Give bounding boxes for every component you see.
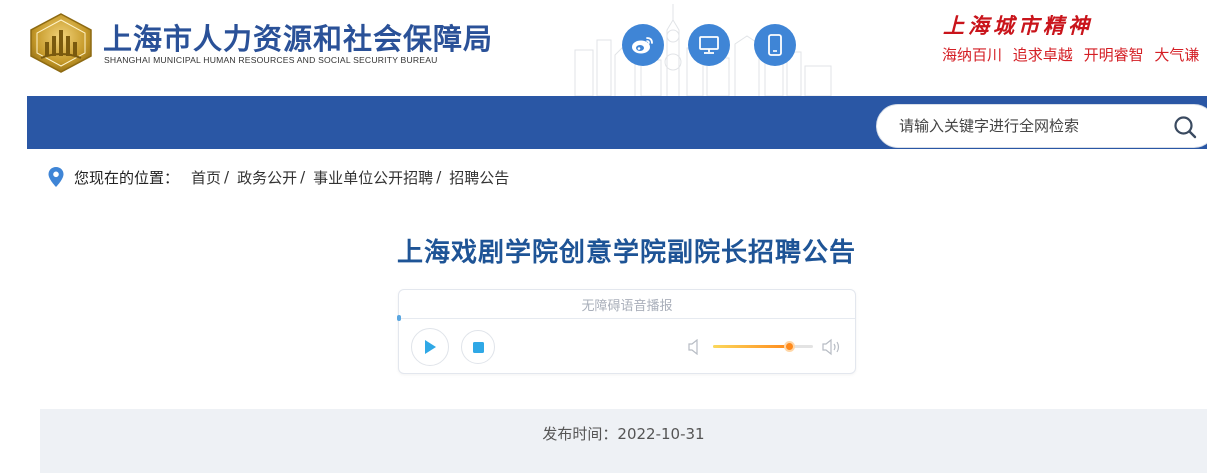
breadcrumb: 您现在的位置： 首页 / 政务公开 / 事业单位公开招聘 / 招聘公告 bbox=[48, 166, 509, 188]
play-icon bbox=[425, 340, 436, 354]
volume-knob[interactable] bbox=[784, 341, 795, 352]
site-header: 上海市人力资源和社会保障局 SHANGHAI MUNICIPAL HUMAN R… bbox=[0, 0, 1207, 96]
breadcrumb-home[interactable]: 首页 bbox=[191, 167, 221, 188]
breadcrumb-label: 您现在的位置： bbox=[74, 168, 180, 187]
stop-button[interactable] bbox=[461, 330, 495, 364]
breadcrumb-recruitment-notice[interactable]: 招聘公告 bbox=[449, 167, 509, 188]
city-spirit-item: 开明睿智 bbox=[1083, 46, 1144, 64]
bureau-emblem-logo bbox=[30, 13, 92, 73]
mobile-button[interactable] bbox=[754, 24, 796, 66]
weibo-button[interactable] bbox=[622, 24, 664, 66]
org-name-cn: 上海市人力资源和社会保障局 bbox=[103, 22, 494, 56]
city-spirit-title: 上海城市精神 bbox=[943, 13, 1093, 38]
accessibility-audio-player: 无障碍语音播报 bbox=[397, 289, 856, 374]
volume-high-icon[interactable] bbox=[822, 338, 842, 356]
city-spirit-items: 海纳百川 追求卓越 开明睿智 大气谦 bbox=[942, 44, 1205, 65]
search-box bbox=[876, 104, 1207, 148]
play-button[interactable] bbox=[411, 328, 449, 366]
publish-info: 发布时间：2022-10-31 bbox=[40, 423, 1207, 444]
breadcrumb-separator: / bbox=[436, 168, 442, 186]
search-icon[interactable] bbox=[1173, 115, 1197, 139]
city-spirit-item: 追求卓越 bbox=[1012, 46, 1073, 64]
org-name-en: SHANGHAI MUNICIPAL HUMAN RESOURCES AND S… bbox=[104, 55, 438, 65]
volume-fill bbox=[713, 345, 789, 348]
mobile-icon bbox=[768, 34, 782, 56]
breadcrumb-separator: / bbox=[300, 168, 306, 186]
breadcrumb-separator: / bbox=[224, 168, 230, 186]
publish-label: 发布时间： bbox=[542, 425, 618, 443]
article-title: 上海戏剧学院创意学院副院长招聘公告 bbox=[396, 238, 856, 268]
search-input[interactable] bbox=[899, 105, 1159, 147]
player-label: 无障碍语音播报 bbox=[581, 299, 673, 314]
volume-slider[interactable] bbox=[713, 341, 813, 352]
progress-indicator[interactable] bbox=[397, 315, 401, 321]
publish-date: 2022-10-31 bbox=[617, 425, 705, 443]
player-divider bbox=[399, 318, 855, 319]
desktop-button[interactable] bbox=[688, 24, 730, 66]
volume-low-icon[interactable] bbox=[688, 339, 702, 355]
desktop-icon bbox=[699, 36, 719, 54]
breadcrumb-public-recruitment[interactable]: 事业单位公开招聘 bbox=[313, 167, 433, 188]
city-spirit-item: 大气谦 bbox=[1154, 46, 1200, 64]
location-pin-icon bbox=[48, 167, 64, 187]
breadcrumb-gov-affairs[interactable]: 政务公开 bbox=[237, 167, 297, 188]
weibo-icon bbox=[632, 37, 653, 54]
stop-icon bbox=[472, 341, 484, 353]
city-spirit-item: 海纳百川 bbox=[942, 46, 1003, 64]
article-meta-bar: 发布时间：2022-10-31 bbox=[40, 409, 1207, 473]
